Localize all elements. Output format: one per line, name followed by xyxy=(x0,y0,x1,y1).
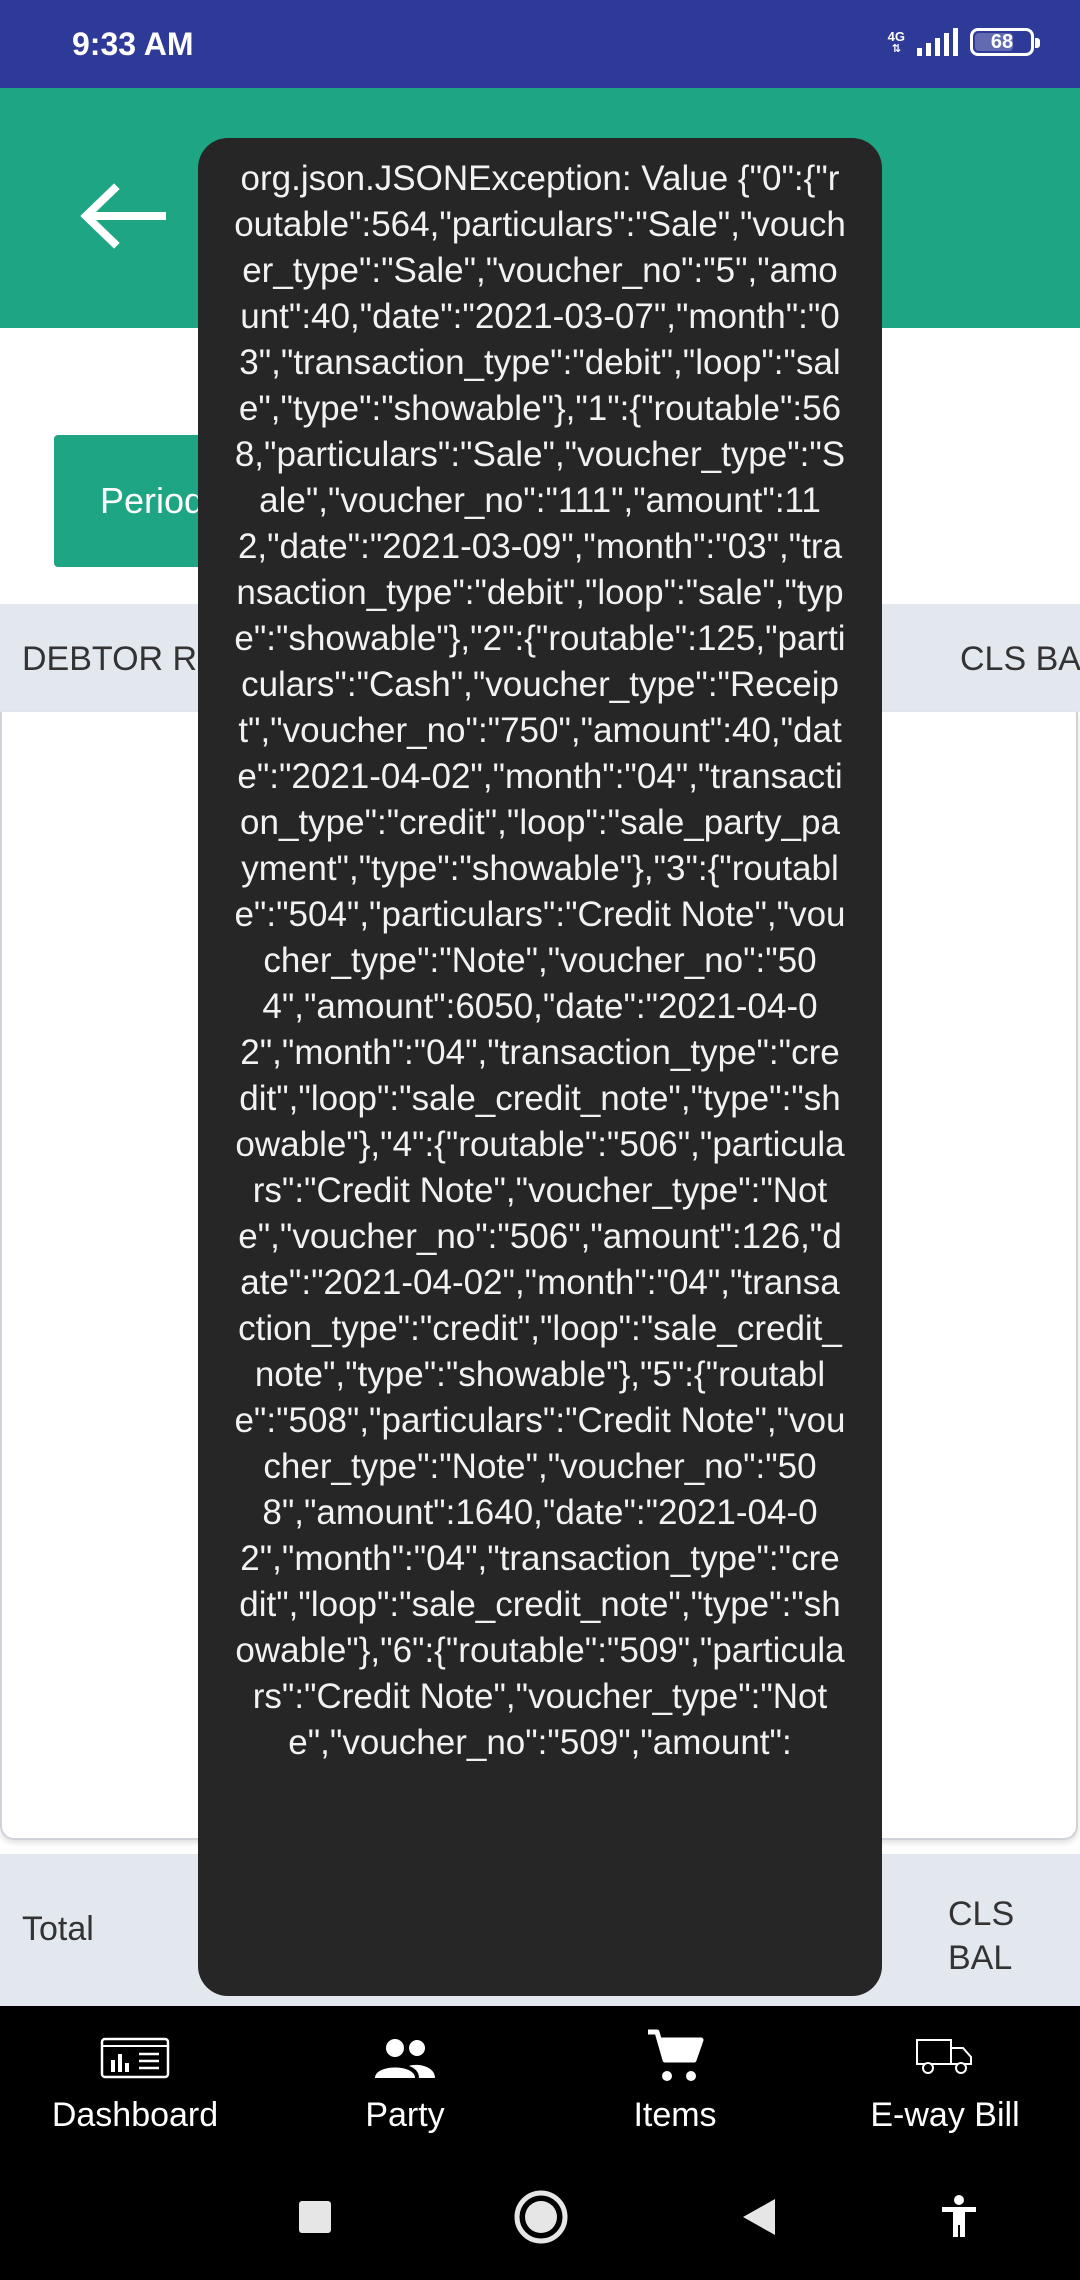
error-toast-message: org.json.JSONException: Value {"0":{"rou… xyxy=(234,159,846,1762)
people-icon xyxy=(375,2039,435,2078)
nav-dashboard-label: Dashboard xyxy=(51,2096,219,2134)
accessibility-icon xyxy=(942,2195,976,2237)
recents-button[interactable] xyxy=(280,2182,350,2252)
status-icons: 4G ⇅ 68 xyxy=(887,28,1040,56)
circle-icon xyxy=(514,2190,568,2244)
square-icon xyxy=(299,2201,331,2233)
cls-bal-total-label: CLS BAL xyxy=(948,1895,1015,1977)
home-button[interactable] xyxy=(506,2182,576,2252)
dashboard-icon xyxy=(100,2037,170,2079)
nav-party-label: Party xyxy=(365,2096,445,2134)
bottom-nav: Dashboard Party Items E-way Bill xyxy=(0,2006,1080,2156)
network-type: 4G ⇅ xyxy=(887,29,905,55)
nav-items[interactable]: Items xyxy=(540,2006,810,2156)
error-toast: org.json.JSONException: Value {"0":{"rou… xyxy=(198,138,882,1996)
signal-icon xyxy=(917,28,958,56)
arrow-back-icon xyxy=(80,183,166,249)
cart-icon xyxy=(648,2029,704,2081)
period-button-label: Period xyxy=(100,480,205,521)
system-nav-bar xyxy=(0,2156,1080,2280)
accessibility-button[interactable] xyxy=(924,2182,994,2252)
triangle-back-icon xyxy=(743,2199,775,2235)
battery-icon: 68 xyxy=(970,28,1040,56)
total-label: Total xyxy=(22,1910,94,1948)
back-nav-button[interactable] xyxy=(724,2182,794,2252)
back-button[interactable] xyxy=(74,176,170,256)
nav-dashboard[interactable]: Dashboard xyxy=(0,2006,270,2156)
truck-icon xyxy=(916,2039,972,2074)
column-debtor: DEBTOR R xyxy=(22,640,198,678)
battery-level: 68 xyxy=(990,30,1014,53)
column-cls-bal: CLS BA xyxy=(960,640,1080,678)
status-time: 9:33 AM xyxy=(72,26,194,62)
nav-party[interactable]: Party xyxy=(270,2006,540,2156)
nav-eway-bill[interactable]: E-way Bill xyxy=(810,2006,1080,2156)
status-bar: 9:33 AM 4G ⇅ 68 xyxy=(0,0,1080,88)
nav-eway-bill-label: E-way Bill xyxy=(870,2096,1020,2134)
nav-items-label: Items xyxy=(633,2096,717,2134)
